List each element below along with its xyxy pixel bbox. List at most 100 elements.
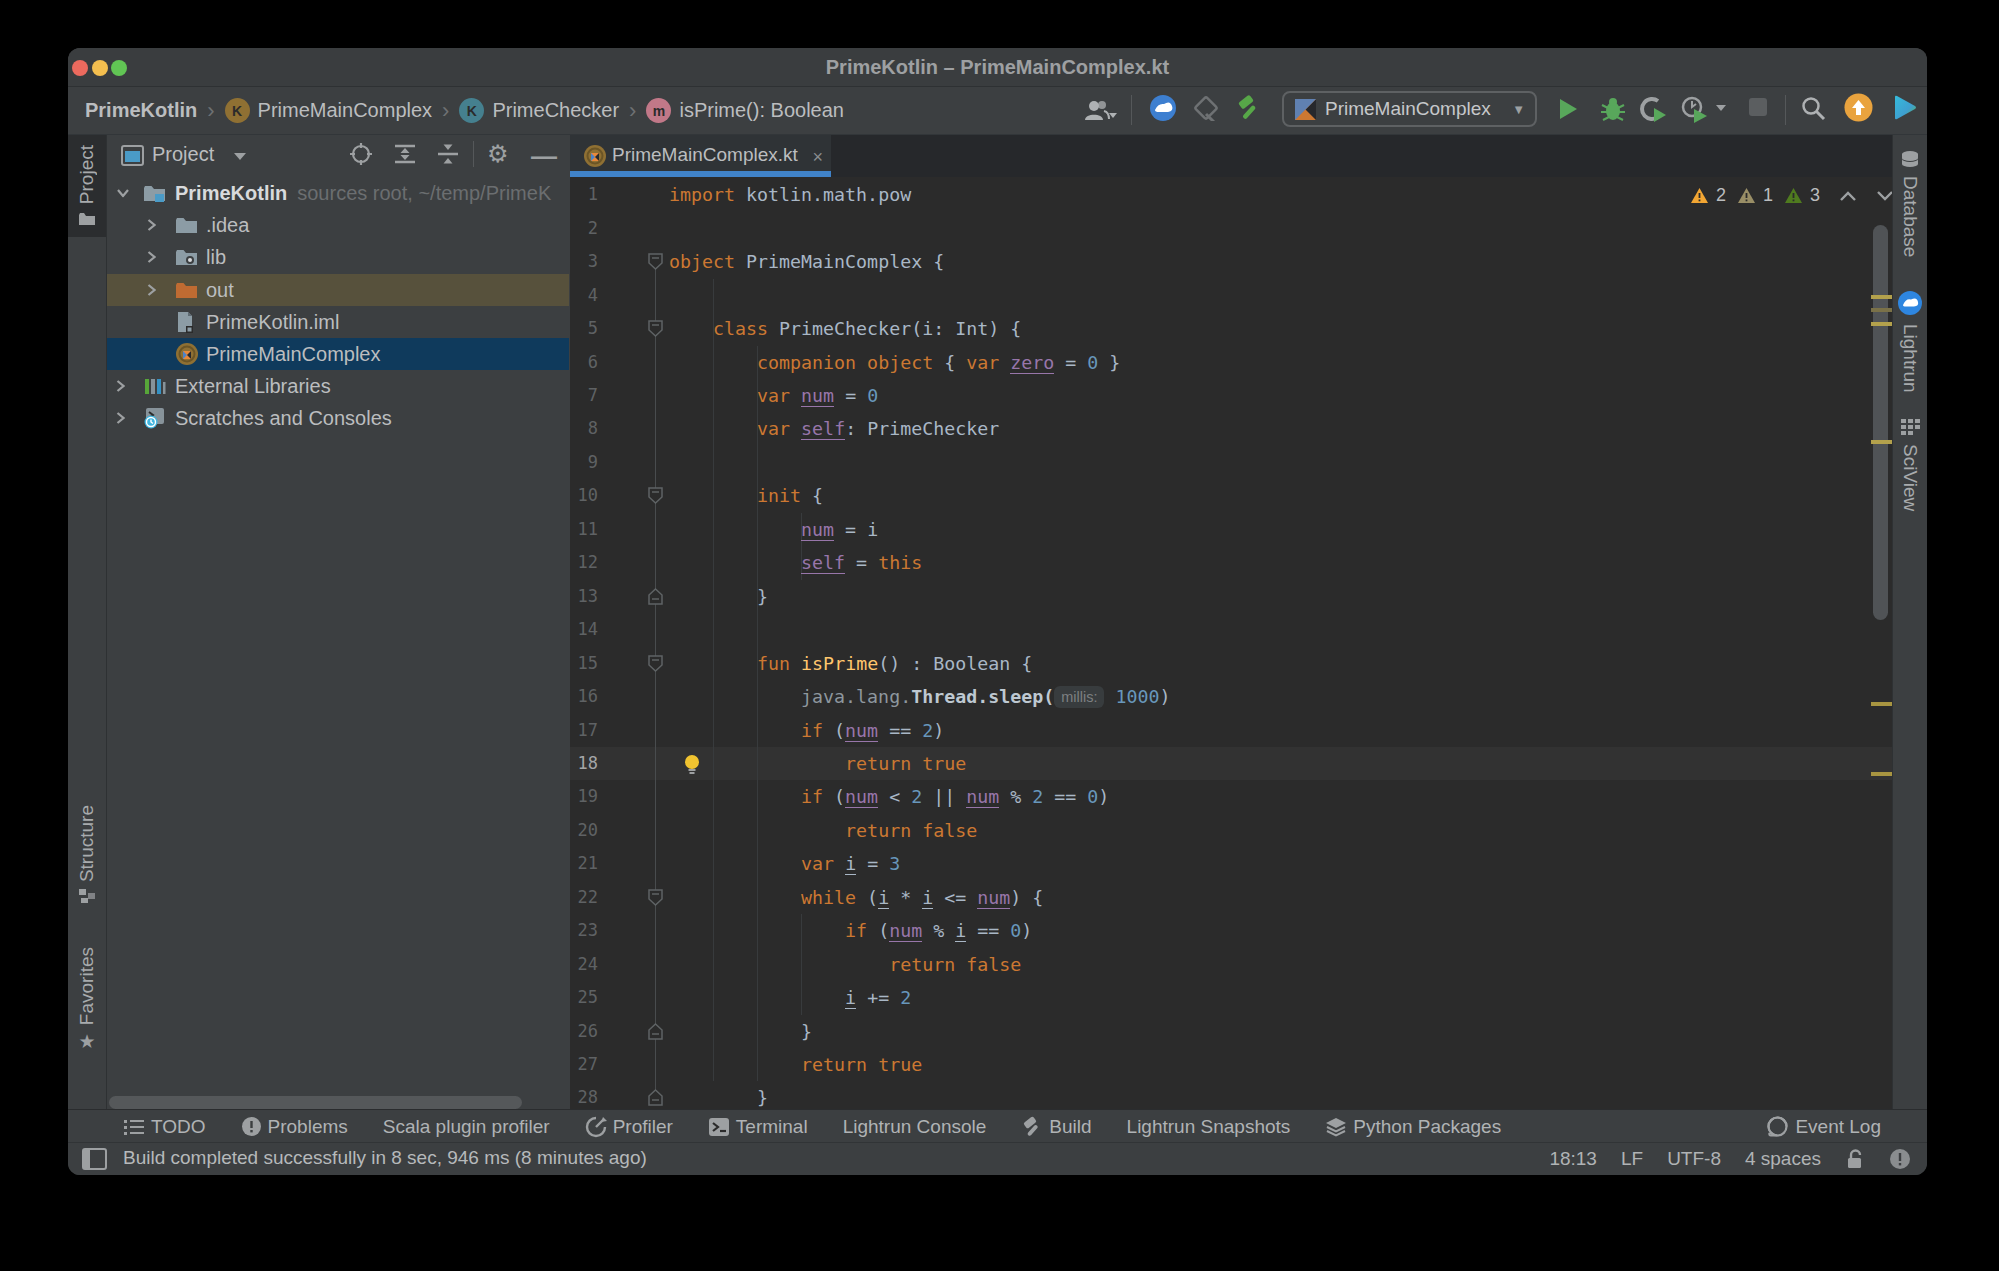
code-line[interactable]: 24 return false bbox=[570, 948, 1893, 981]
code-line[interactable]: 18 return true bbox=[570, 747, 1893, 780]
code-line[interactable]: 8 var self: PrimeChecker bbox=[570, 412, 1893, 445]
toolwindow-button-terminal[interactable]: Terminal bbox=[708, 1116, 808, 1138]
tree-item-scratches-and-consoles[interactable]: Scratches and Consoles bbox=[107, 402, 569, 434]
build-hammer-icon[interactable] bbox=[1235, 94, 1263, 122]
fold-marker-open[interactable] bbox=[648, 655, 663, 672]
toolwindow-button-problems[interactable]: Problems bbox=[241, 1116, 348, 1138]
layout-icon[interactable] bbox=[82, 1148, 107, 1170]
code-line[interactable]: 16 java.lang.Thread.sleep(millis: 1000) bbox=[570, 680, 1893, 713]
code-line[interactable]: 12 self = this bbox=[570, 546, 1893, 579]
code-line[interactable]: 25 i += 2 bbox=[570, 981, 1893, 1014]
code-line[interactable]: 10 init { bbox=[570, 479, 1893, 512]
fold-marker-close[interactable] bbox=[648, 1023, 663, 1040]
fold-marker-open[interactable] bbox=[648, 320, 663, 337]
tool-strip-project-tab[interactable]: Project bbox=[68, 135, 106, 237]
code-line[interactable]: 4 bbox=[570, 279, 1893, 312]
intention-bulb-icon[interactable] bbox=[683, 754, 701, 774]
next-warning-icon[interactable] bbox=[1876, 190, 1893, 202]
code-line[interactable]: 2 bbox=[570, 212, 1893, 245]
code-line[interactable]: 17 if (num == 2) bbox=[570, 714, 1893, 747]
code-line[interactable]: 28 } bbox=[570, 1081, 1893, 1110]
close-tab-icon[interactable]: × bbox=[812, 147, 823, 168]
code-line[interactable]: 22 while (i * i <= num) { bbox=[570, 881, 1893, 914]
chevron-down-icon[interactable] bbox=[1714, 103, 1728, 113]
fold-marker-open[interactable] bbox=[648, 889, 663, 906]
fold-marker-open[interactable] bbox=[648, 253, 663, 270]
fold-marker-close[interactable] bbox=[648, 1089, 663, 1106]
code-line[interactable]: 5 class PrimeChecker(i: Int) { bbox=[570, 312, 1893, 345]
update-available-icon[interactable] bbox=[1844, 93, 1873, 122]
fold-marker-close[interactable] bbox=[648, 588, 663, 605]
profiler-button[interactable] bbox=[1680, 95, 1708, 123]
code-line[interactable]: 21 var i = 3 bbox=[570, 847, 1893, 880]
expand-selection-icon[interactable] bbox=[392, 142, 418, 166]
toolwindow-button-python-packages[interactable]: Python Packages bbox=[1325, 1116, 1501, 1138]
toolwindow-button-event-log[interactable]: Event Log bbox=[1766, 1115, 1881, 1138]
chevron-right-icon[interactable] bbox=[147, 283, 156, 297]
hide-panel-icon[interactable]: — bbox=[531, 141, 557, 172]
chevron-right-icon[interactable] bbox=[116, 379, 125, 393]
breadcrumb-item[interactable]: misPrime(): Boolean bbox=[646, 98, 844, 123]
tree-item-out[interactable]: out bbox=[107, 274, 569, 306]
code-line[interactable]: 6 companion object { var zero = 0 } bbox=[570, 346, 1893, 379]
code-line[interactable]: 11 num = i bbox=[570, 513, 1893, 546]
toolwindow-button-build[interactable]: Build bbox=[1021, 1116, 1091, 1138]
chevron-right-icon[interactable] bbox=[116, 411, 125, 425]
tool-strip-lightrun-tab[interactable]: Lightrun bbox=[1893, 290, 1927, 393]
tool-strip-database-tab[interactable]: Database bbox=[1893, 150, 1927, 257]
status-item-lf[interactable]: LF bbox=[1621, 1148, 1643, 1170]
toolwindow-button-todo[interactable]: TODO bbox=[123, 1116, 206, 1138]
status-item-utf-8[interactable]: UTF-8 bbox=[1667, 1148, 1721, 1170]
code-line[interactable]: 20 return false bbox=[570, 814, 1893, 847]
debug-button[interactable] bbox=[1600, 95, 1626, 123]
chevron-down-icon[interactable] bbox=[116, 189, 130, 198]
toolwindow-button-lightrun-console[interactable]: Lightrun Console bbox=[843, 1116, 987, 1138]
tool-strip-structure-tab[interactable]: Structure bbox=[68, 805, 106, 917]
search-everywhere-icon[interactable] bbox=[1800, 95, 1826, 121]
run-configuration-select[interactable]: PrimeMainComplex▼ bbox=[1282, 91, 1537, 127]
tree-item-primemaincomplex[interactable]: PrimeMainComplex bbox=[107, 338, 569, 370]
notifications-icon[interactable] bbox=[1889, 1148, 1911, 1170]
horizontal-scrollbar[interactable] bbox=[109, 1096, 522, 1109]
run-button[interactable] bbox=[1556, 96, 1580, 122]
code-line[interactable]: 13 } bbox=[570, 580, 1893, 613]
fold-marker-open[interactable] bbox=[648, 487, 663, 504]
code-editor[interactable]: 1import kotlin.math.pow23object PrimeMai… bbox=[570, 177, 1893, 1110]
toolwindow-button-scala-plugin-profiler[interactable]: Scala plugin profiler bbox=[383, 1116, 550, 1138]
run-with-coverage-button[interactable] bbox=[1640, 95, 1668, 123]
code-line[interactable]: 9 bbox=[570, 446, 1893, 479]
editor-scrollbar-thumb[interactable] bbox=[1873, 225, 1888, 620]
chevron-right-icon[interactable] bbox=[147, 218, 156, 232]
toolbox-icon[interactable] bbox=[1890, 93, 1919, 122]
code-line[interactable]: 14 bbox=[570, 613, 1893, 646]
code-line[interactable]: 23 if (num % i == 0) bbox=[570, 914, 1893, 947]
code-line[interactable]: 7 var num = 0 bbox=[570, 379, 1893, 412]
tree-item-primekotlin[interactable]: PrimeKotlinsources root, ~/temp/PrimeK bbox=[107, 177, 569, 209]
tree-item-primekotlin-iml[interactable]: PrimeKotlin.iml bbox=[107, 306, 569, 338]
locate-icon[interactable] bbox=[349, 142, 373, 166]
status-item-4-spaces[interactable]: 4 spaces bbox=[1745, 1148, 1821, 1170]
users-icon[interactable] bbox=[1083, 97, 1117, 125]
breadcrumb-item[interactable]: KPrimeMainComplex bbox=[225, 98, 433, 123]
collapse-all-icon[interactable] bbox=[435, 142, 461, 166]
code-line[interactable]: 3object PrimeMainComplex { bbox=[570, 245, 1893, 278]
breadcrumb-root[interactable]: PrimeKotlin bbox=[85, 99, 197, 122]
code-line[interactable]: 19 if (num < 2 || num % 2 == 0) bbox=[570, 780, 1893, 813]
toolwindow-button-lightrun-snapshots[interactable]: Lightrun Snapshots bbox=[1127, 1116, 1291, 1138]
tree-item--idea[interactable]: .idea bbox=[107, 209, 569, 241]
tree-item-lib[interactable]: lib bbox=[107, 241, 569, 273]
tool-strip-favorites-tab[interactable]: Favorites★ bbox=[68, 947, 106, 1053]
chevron-right-icon[interactable] bbox=[147, 250, 156, 264]
settings-icon[interactable]: ⚙ bbox=[487, 140, 509, 168]
toolwindow-button-profiler[interactable]: Profiler bbox=[585, 1116, 673, 1138]
code-line[interactable]: 15 fun isPrime() : Boolean { bbox=[570, 647, 1893, 680]
tool-strip-sciview-tab[interactable]: SciView bbox=[1893, 418, 1927, 511]
prev-warning-icon[interactable] bbox=[1839, 190, 1857, 202]
code-line[interactable]: 27 return true bbox=[570, 1048, 1893, 1081]
editor-tab[interactable]: PrimeMainComplex.kt × bbox=[570, 135, 831, 177]
status-item-18-13[interactable]: 18:13 bbox=[1549, 1148, 1597, 1170]
tree-item-external-libraries[interactable]: External Libraries bbox=[107, 370, 569, 402]
code-with-me-icon[interactable] bbox=[1149, 94, 1177, 122]
breadcrumb-item[interactable]: KPrimeChecker bbox=[459, 98, 619, 123]
inspections-widget[interactable]: 213 bbox=[1690, 185, 1893, 206]
